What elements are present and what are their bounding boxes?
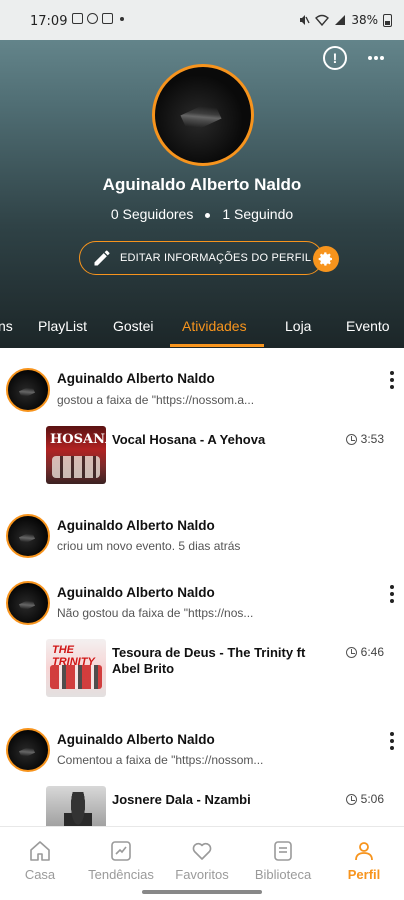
profile-icon — [355, 842, 373, 861]
heart-icon — [192, 842, 212, 860]
battery-icon — [383, 13, 392, 27]
activity-menu-button[interactable] — [389, 585, 395, 603]
battery-percent: 38% — [351, 13, 378, 27]
more-dot — [368, 56, 372, 60]
nav-perfil[interactable]: Perfil — [324, 839, 404, 882]
activity-user-name[interactable]: Aguinaldo Alberto Naldo — [57, 585, 215, 600]
clock-icon — [345, 793, 357, 805]
trending-icon — [111, 841, 131, 861]
activity-user-name[interactable]: Aguinaldo Alberto Naldo — [57, 371, 215, 386]
following-count[interactable]: 1 Seguindo — [222, 206, 293, 222]
status-notification-icons — [72, 13, 124, 24]
status-time: 17:09 — [30, 14, 68, 29]
tab-playlist[interactable]: PlayList — [38, 318, 87, 334]
profile-name: Aguinaldo Alberto Naldo — [102, 175, 302, 194]
nav-casa[interactable]: Casa — [0, 839, 80, 882]
track-cover — [46, 786, 106, 826]
tab-gostei[interactable]: Gostei — [113, 318, 153, 334]
followers-count[interactable]: 0 Seguidores — [111, 206, 194, 222]
track-title: Vocal Hosana - A Yehova — [112, 432, 266, 447]
tab-atividades[interactable]: Atividades — [182, 318, 247, 334]
nav-tendencias[interactable]: Tendências — [81, 839, 161, 882]
nav-label: Casa — [24, 867, 56, 882]
nav-label: Tendências — [88, 867, 154, 882]
activity-feed[interactable]: Aguinaldo Alberto Naldo gostou a faixa d… — [0, 348, 404, 826]
bottom-navigation: Casa Tendências Favoritos Biblioteca Per… — [0, 826, 404, 900]
activity-description: Comentou a faixa de "https://nossom... — [57, 753, 264, 767]
track-title: Tesoura de Deus - The Trinity ft Abel Br… — [112, 645, 306, 676]
track-card[interactable]: THE TRINITY Tesoura de Deus - The Trinit… — [46, 639, 404, 699]
info-button[interactable]: ! — [323, 46, 347, 70]
library-icon — [274, 841, 292, 861]
follow-stats: 0 Seguidores 1 Seguindo — [0, 206, 404, 222]
nav-label: Biblioteca — [254, 867, 312, 882]
activity-avatar[interactable] — [6, 368, 50, 412]
mute-icon — [300, 15, 310, 25]
activity-description: gostou a faixa de "https://nossom.a... — [57, 393, 255, 407]
activity-menu-button[interactable] — [389, 371, 395, 389]
screen: 17:09 38% ! Aguinaldo Alberto Naldo 0 Se… — [0, 0, 404, 900]
gear-icon — [318, 252, 332, 266]
active-tab-indicator — [170, 344, 264, 347]
home-indicator — [142, 890, 262, 894]
home-icon — [30, 841, 50, 861]
activity-user-name[interactable]: Aguinaldo Alberto Naldo — [57, 518, 215, 533]
clock-icon — [345, 646, 357, 658]
settings-button[interactable] — [313, 246, 339, 272]
pencil-icon — [94, 250, 110, 266]
signal-icon — [335, 15, 346, 25]
track-card[interactable]: HOSANA Vocal Hosana - A Yehova 3:53 — [46, 426, 404, 486]
edit-profile-button[interactable]: EDITAR INFORMAÇÕES DO PERFIL — [79, 241, 323, 275]
more-dot — [380, 56, 384, 60]
nav-label: Favoritos — [175, 867, 229, 882]
tab-loja[interactable]: Loja — [285, 318, 311, 334]
tab-evento[interactable]: Evento — [346, 318, 390, 334]
track-title: Josnere Dala - Nzambi — [112, 792, 251, 807]
activity-description: criou um novo evento. 5 dias atrás — [57, 539, 241, 553]
nav-favoritos[interactable]: Favoritos — [162, 839, 242, 882]
profile-avatar[interactable] — [152, 64, 254, 166]
nav-biblioteca[interactable]: Biblioteca — [243, 839, 323, 882]
more-dot — [374, 56, 378, 60]
status-bar: 17:09 38% — [0, 0, 404, 40]
photo-icon — [72, 13, 83, 24]
edit-profile-label: EDITAR INFORMAÇÕES DO PERFIL — [120, 252, 312, 264]
sync-icon — [87, 13, 98, 24]
activity-avatar[interactable] — [6, 514, 50, 558]
nav-label: Perfil — [347, 867, 381, 882]
track-duration: 5:06 — [345, 792, 384, 806]
activity-menu-button[interactable] — [389, 732, 395, 750]
status-system-icons: 38% — [298, 13, 392, 27]
clock-icon — [345, 433, 357, 445]
track-duration: 3:53 — [345, 432, 384, 446]
activity-avatar[interactable] — [6, 728, 50, 772]
track-cover: HOSANA — [46, 426, 106, 484]
tab-albums[interactable]: ns — [0, 318, 13, 334]
more-options-button[interactable] — [364, 46, 388, 70]
track-card[interactable]: Josnere Dala - Nzambi 5:06 — [46, 786, 404, 826]
track-duration: 6:46 — [345, 645, 384, 659]
youtube-icon — [102, 13, 113, 24]
profile-tabs: ns PlayList Gostei Atividades Loja Event… — [0, 302, 404, 348]
activity-user-name[interactable]: Aguinaldo Alberto Naldo — [57, 732, 215, 747]
separator-dot — [205, 212, 211, 218]
more-notifications-dot — [120, 16, 124, 21]
track-cover: THE TRINITY — [46, 639, 106, 697]
info-icon: ! — [332, 50, 338, 66]
profile-header: 17:09 38% ! Aguinaldo Alberto Naldo 0 Se… — [0, 0, 404, 348]
wifi-icon — [315, 14, 330, 26]
activity-avatar[interactable] — [6, 581, 50, 625]
activity-description: Não gostou da faixa de "https://nos... — [57, 606, 254, 620]
